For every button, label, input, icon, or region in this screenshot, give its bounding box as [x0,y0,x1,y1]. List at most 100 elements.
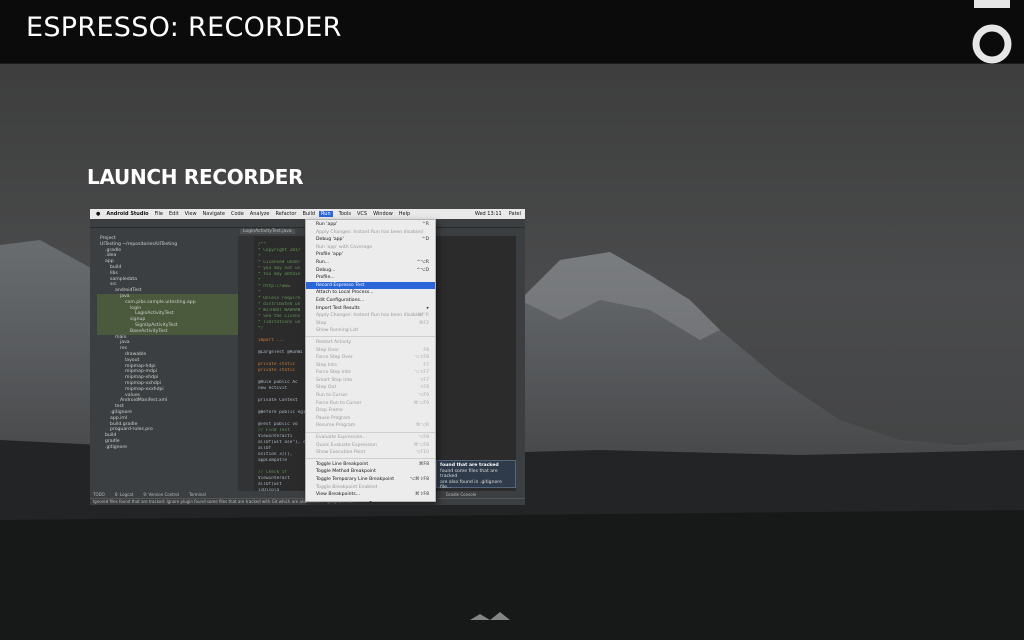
run-menu-item-label: Import Test Results [316,305,360,311]
run-menu-item: Evaluate Expression... ⌥F8 [306,434,435,442]
left-tool-strip [90,228,97,498]
menu-tools[interactable]: Tools [339,211,351,217]
run-menu-item-shortcut: ⇧F8 [419,385,429,391]
run-menu-item-label: View Breakpoints... [316,492,361,498]
run-menu-item-label: Record Espresso Test [316,282,365,288]
run-menu-item[interactable]: Import Test Results ▸ [306,305,435,313]
run-menu-item-label: Toggle Line Breakpoint [316,461,369,467]
run-menu-item: Force Step Over ⌥⇧F8 [306,354,435,362]
run-menu-item[interactable]: Attach to Local Process... [306,289,435,297]
run-menu-item-label: Apply Changes: Instant Run has been disa… [316,313,423,319]
project-tree: Project UITesting ~/repositories/UITestin… [97,228,238,498]
project-tree-item[interactable]: .gitignore [97,445,238,451]
notification-popup[interactable]: found that are tracked found some files … [436,460,516,490]
run-menu-item-label: Show Execution Point [316,450,366,456]
run-menu-item[interactable]: Profile 'app' [306,251,435,259]
run-menu-item[interactable]: Run 'app' ^R [306,221,435,229]
menubar-user: Patel [508,211,521,217]
run-menu-item: Toggle Breakpoint Enabled [306,484,435,492]
menu-build[interactable]: Build [302,211,315,217]
menu-separator [306,336,435,338]
run-menu-item-shortcut: F7 [423,362,429,368]
run-menu-item-shortcut: ⌥F8 [418,435,429,441]
menu-window[interactable]: Window [373,211,393,217]
run-menu-item: Stop ⌘F2 [306,320,435,328]
run-menu-item-shortcut: ^D [421,237,429,243]
menu-vcs[interactable]: VCS [357,211,367,217]
run-menu-item[interactable]: Run... ^⌥R [306,259,435,267]
menu-edit[interactable]: Edit [169,211,179,217]
bottom-tool-button[interactable]: 6: Logcat [115,492,134,497]
bottom-tool-button[interactable]: TODO [93,492,105,497]
menu-analyze[interactable]: Analyze [250,211,270,217]
run-menu-item: Smart Step Into ⇧F7 [306,377,435,385]
menu-scroll-down-icon[interactable]: ▾ [306,499,435,504]
logo-icon [970,0,1014,64]
menu-code[interactable]: Code [231,211,244,217]
run-menu: Run 'app' ^R Apply Changes: Instant Run ha… [305,219,436,504]
run-menu-item[interactable]: Toggle Line Breakpoint ⌘F8 [306,461,435,469]
run-menu-item-label: Run 'app' with Coverage [316,244,373,250]
run-menu-item[interactable]: Edit Configurations... [306,297,435,305]
run-menu-item[interactable]: Debug... ^⌥D [306,267,435,275]
run-menu-item-shortcut: ⌘F8 [418,461,429,467]
tab-login-test[interactable]: LoginActivityTest.java [240,229,295,234]
run-menu-item-label: Edit Configurations... [316,297,365,303]
run-menu-item-label: Stop [316,320,327,326]
run-menu-item-label: Step Into [316,362,337,368]
run-menu-item[interactable]: Record Espresso Test [306,281,435,290]
run-menu-item: Apply Changes: Instant Run has been disa… [306,229,435,237]
right-tool-strip [516,228,525,498]
run-menu-item-shortcut: ⌥⌘⇧F8 [409,477,429,482]
run-menu-item-shortcut: F8 [423,347,429,353]
run-menu-item[interactable]: Debug 'app' ^D [306,236,435,244]
run-menu-item-label: Profile... [316,275,335,281]
run-menu-item-shortcut: ⇧F7 [419,377,429,383]
run-menu-item-label: Show Running List [316,328,359,334]
mac-menubar: ● Android Studio File Edit View Navigate… [90,209,525,219]
menu-view[interactable]: View [185,211,197,217]
run-menu-item-label: Evaluate Expression... [316,435,367,441]
run-menu-item-label: Toggle Temporary Line Breakpoint [316,477,395,482]
run-menu-item-label: Drop Frame [316,408,343,414]
menu-run[interactable]: Run [319,211,333,217]
menu-separator [306,458,435,460]
run-menu-item[interactable]: View Breakpoints... ⌘⇧F8 [306,491,435,499]
menu-refactor[interactable]: Refactor [276,211,297,217]
run-menu-item-label: Attach to Local Process... [316,290,374,296]
run-menu-item-shortcut: ⌘F2 [418,320,429,326]
run-menu-item-label: Run to Cursor [316,393,348,399]
menubar-clock: Wed 13:11 [474,211,502,217]
run-menu-item[interactable]: Toggle Temporary Line Breakpoint ⌥⌘⇧F8 [306,476,435,484]
apple-icon: ● [96,211,101,217]
run-menu-item-label: Step Over [316,347,339,353]
menu-navigate[interactable]: Navigate [203,211,225,217]
bottom-tool-button[interactable]: 9: Version Control [143,492,179,497]
bottom-tool-button[interactable]: Terminal [189,492,206,497]
run-menu-item-shortcut: ⌘⌥F8 [413,442,429,448]
run-menu-item-shortcut: ⌥F10 [415,450,429,456]
run-menu-item: Run 'app' with Coverage [306,244,435,252]
bottom-tool-button[interactable]: Gradle Console [446,492,476,497]
run-menu-item[interactable]: Toggle Method Breakpoint [306,468,435,476]
run-menu-item: Drop Frame [306,407,435,415]
run-menu-item-label: Debug 'app' [316,237,344,243]
notification-line: found some files that are tracked [440,468,498,480]
menu-help[interactable]: Help [399,211,410,217]
run-menu-item-label: Toggle Method Breakpoint [316,469,376,475]
run-menu-item: Quick Evaluate Expression ⌘⌥F8 [306,442,435,450]
run-menu-item-label: Restart Activity [316,339,352,345]
run-menu-item-shortcut: ⌥⇧F7 [414,370,429,376]
run-menu-item: Step Into F7 [306,362,435,370]
run-menu-item: Run to Cursor ⌥F9 [306,392,435,400]
run-menu-item-shortcut: ^⌥D [416,267,429,273]
run-menu-item-label: Apply Changes: Instant Run has been disa… [316,229,423,235]
menu-file[interactable]: File [155,211,163,217]
run-menu-item-label: Force Step Into [316,370,351,376]
section-heading: LAUNCH RECORDER [87,165,304,189]
menu-app[interactable]: Android Studio [106,211,148,217]
run-menu-item-shortcut: ⌘⇧F8 [414,492,429,498]
run-menu-item: Pause Program [306,415,435,423]
run-menu-item[interactable]: Profile... [306,274,435,282]
run-menu-item-label: Quick Evaluate Expression [316,442,377,448]
